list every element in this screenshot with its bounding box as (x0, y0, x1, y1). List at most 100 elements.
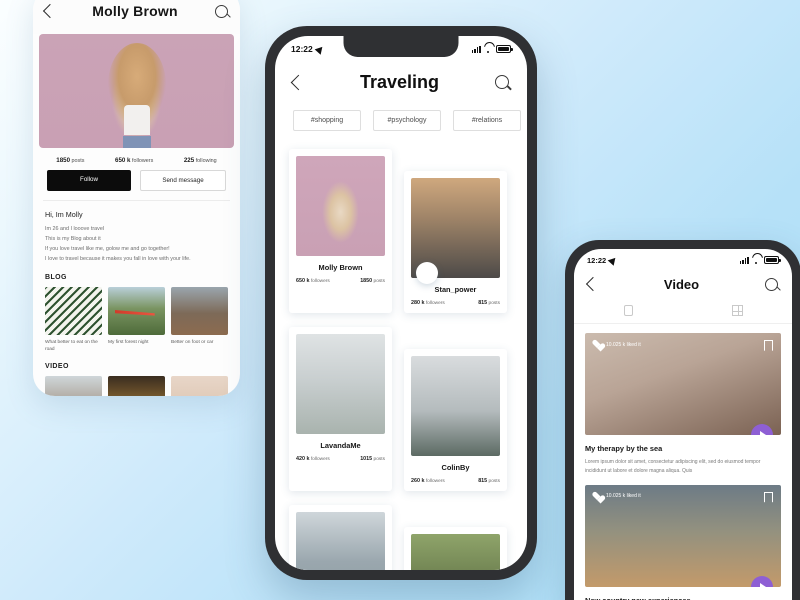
bio-line-3: If you love travel like me, golow me and… (45, 246, 170, 252)
video-item[interactable] (108, 376, 165, 396)
stat-posts-value: 1850 (56, 157, 71, 164)
user-card[interactable] (404, 527, 507, 570)
like-indicator: 10.025 k liked it (593, 492, 641, 501)
wifi-icon (484, 46, 493, 53)
like-count: 10.025 k liked it (606, 493, 641, 499)
stat-following-label: following (195, 158, 217, 164)
video-phone-device: 12:22 Video 10.025 k liked it My therapy… (565, 240, 800, 600)
video-header: Video (574, 269, 792, 299)
battery-full-icon (764, 256, 781, 264)
video-item[interactable] (45, 376, 102, 396)
play-icon (760, 582, 766, 587)
blog-item[interactable]: What better to eat on the road (45, 287, 102, 353)
bookmark-icon[interactable] (764, 340, 773, 351)
play-button[interactable] (751, 424, 773, 435)
bio-line-1: Im 26 and I looove travel (45, 226, 105, 232)
user-followers: 420 k followers (296, 456, 330, 462)
user-followers-label: followers (310, 457, 330, 462)
tab-grid-view[interactable] (683, 299, 792, 323)
profile-header: Molly Brown (33, 0, 240, 34)
video-thumbnail[interactable]: 10.025 k liked it (585, 484, 781, 587)
user-card[interactable]: Stan_power 280 k followers 815 posts (404, 171, 507, 313)
cellular-signal-icon (739, 256, 749, 264)
bio-line-2: This is my Blog about it (45, 236, 101, 242)
play-button[interactable] (751, 575, 773, 587)
status-bar-right (739, 256, 781, 264)
status-bar-left: 12:22 (587, 254, 619, 266)
hero-top-shape (123, 104, 150, 135)
traveling-phone-device: 12:22 Traveling #shopping #psychology #r… (265, 26, 537, 580)
view-mode-tabs (574, 299, 792, 324)
tag-psychology[interactable]: #psychology (373, 110, 441, 131)
stat-posts: 1850 posts (56, 157, 84, 164)
video-item[interactable] (171, 376, 228, 396)
user-avatar (296, 512, 385, 570)
video-description: Lorem ipsum dolor sit amet, consectetur … (585, 459, 761, 474)
user-followers: 280 k followers (411, 300, 445, 306)
profile-actions: Follow Send message (33, 170, 240, 200)
user-followers: 260 k followers (411, 478, 445, 484)
tab-list-view[interactable] (574, 299, 683, 323)
page-title: Traveling (359, 71, 440, 92)
user-posts-label: posts (488, 479, 500, 484)
video-thumbnail (171, 376, 228, 396)
user-avatar (411, 534, 500, 570)
blog-item[interactable]: Better on foot or car (171, 287, 228, 353)
send-message-button[interactable]: Send message (140, 170, 226, 191)
tag-filter-row[interactable]: #shopping #psychology #relations (275, 104, 527, 131)
video-thumbnail[interactable]: 10.025 k liked it (585, 333, 781, 435)
user-card[interactable] (289, 505, 392, 570)
search-icon[interactable] (765, 277, 778, 291)
follow-button[interactable]: Follow (47, 170, 131, 191)
page-title: Video (663, 276, 700, 292)
heart-icon (593, 492, 602, 501)
user-meta: 260 k followers 815 posts (411, 478, 500, 484)
user-name: Molly Brown (318, 263, 363, 272)
like-indicator: 10.025 k liked it (593, 340, 641, 349)
user-followers-label: followers (310, 279, 330, 284)
bio-line-4: I love to travel because it makes you fa… (45, 256, 191, 262)
tag-shopping[interactable]: #shopping (293, 110, 361, 131)
page-title: Molly Brown (92, 3, 178, 19)
status-bar-left: 12:22 (291, 43, 326, 55)
floating-dot-indicator[interactable] (416, 262, 438, 284)
user-name: LavandaMe (320, 441, 361, 450)
user-avatar (296, 334, 385, 434)
video-card[interactable]: 10.025 k liked it New country new experi… (585, 484, 781, 600)
search-icon[interactable] (495, 75, 509, 89)
status-bar: 12:22 (574, 249, 792, 269)
stat-followers: 650 k followers (115, 157, 153, 164)
user-followers-value: 650 k (296, 278, 310, 284)
blog-caption: Better on foot or car (171, 340, 214, 345)
user-meta: 420 k followers 1015 posts (296, 456, 385, 462)
tag-relations[interactable]: #relations (453, 110, 521, 131)
user-card[interactable]: LavandaMe 420 k followers 1015 posts (289, 327, 392, 491)
blog-caption: My first forest night (108, 340, 149, 345)
search-icon[interactable] (215, 4, 228, 18)
video-phone-screen: 12:22 Video 10.025 k liked it My therapy… (574, 249, 792, 600)
stat-posts-label: posts (71, 158, 85, 164)
phone-notch (343, 36, 459, 57)
blog-item[interactable]: My first forest night (108, 287, 165, 353)
status-time: 12:22 (291, 44, 313, 54)
location-arrow-icon (607, 254, 619, 266)
heart-icon (593, 340, 602, 349)
stat-following: 225 following (184, 157, 217, 164)
user-followers-value: 420 k (296, 456, 310, 462)
like-count: 10.025 k liked it (606, 341, 641, 348)
user-followers-value: 260 k (411, 478, 425, 484)
bookmark-icon[interactable] (764, 491, 773, 503)
profile-hero-image (39, 34, 234, 148)
user-meta: 280 k followers 815 posts (411, 300, 500, 306)
divider (43, 200, 230, 201)
video-thumbnail (108, 376, 165, 396)
video-card[interactable]: 10.025 k liked it My therapy by the sea … (585, 333, 781, 476)
grid-icon (732, 305, 743, 316)
stat-followers-value: 650 k (115, 157, 131, 164)
user-followers-label: followers (425, 479, 445, 484)
profile-phone-screen: Molly Brown 1850 posts 650 k followers 2… (33, 0, 240, 396)
user-card[interactable]: Molly Brown 650 k followers 1850 posts (289, 149, 392, 313)
user-card-grid: Molly Brown 650 k followers 1850 posts S… (275, 131, 527, 570)
phone-outline-icon (624, 305, 633, 316)
user-card[interactable]: ColinBy 260 k followers 815 posts (404, 349, 507, 491)
